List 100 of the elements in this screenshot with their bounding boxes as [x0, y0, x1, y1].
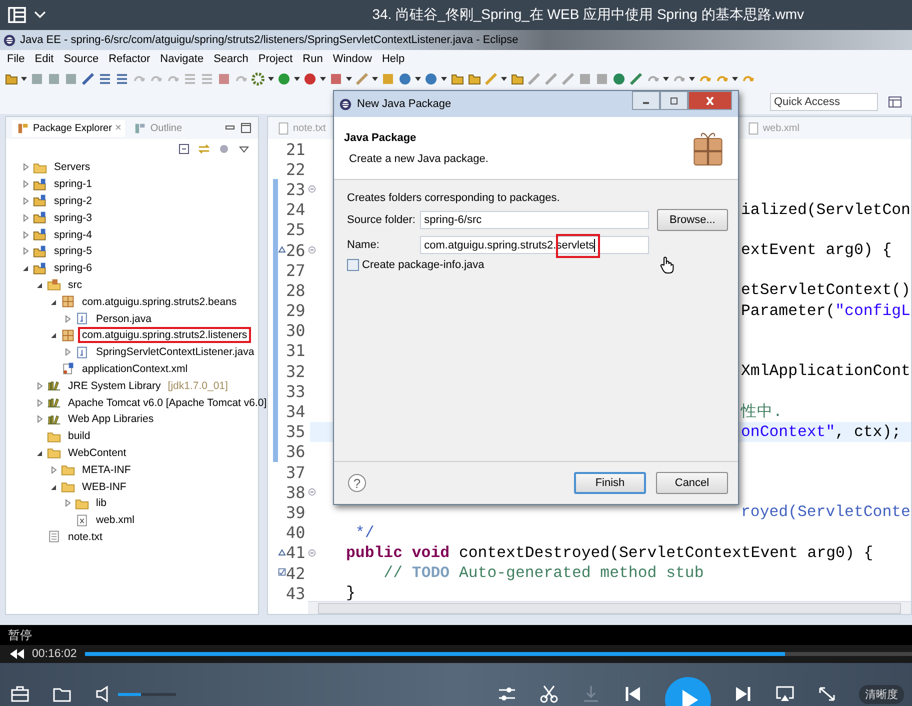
briefcase-icon[interactable]: [10, 685, 30, 703]
collapsed-arrow-icon[interactable]: [36, 382, 44, 390]
caret-icon[interactable]: [732, 77, 738, 81]
rewind-icon[interactable]: [10, 649, 24, 659]
tree-item[interactable]: META-INF: [78, 462, 135, 478]
tree-item[interactable]: spring-5: [50, 243, 96, 260]
perspective-icon[interactable]: [888, 95, 902, 109]
folder-icon[interactable]: [510, 72, 524, 86]
dialog-button[interactable]: Finish: [574, 472, 646, 494]
expanded-arrow-icon[interactable]: [50, 331, 58, 340]
caret-icon[interactable]: [663, 77, 669, 81]
collapsed-arrow-icon[interactable]: [50, 466, 58, 474]
folder-icon[interactable]: [450, 72, 464, 86]
close-button[interactable]: [688, 91, 732, 110]
collapsed-arrow-icon[interactable]: [22, 163, 30, 172]
checkbox-label[interactable]: Create package-info.java: [362, 259, 484, 271]
caret-icon[interactable]: [372, 77, 378, 81]
menu-item[interactable]: Source: [64, 53, 99, 65]
menu-item[interactable]: Navigate: [160, 53, 204, 65]
chevron-down-icon[interactable]: [34, 11, 46, 19]
folder-icon[interactable]: [467, 72, 481, 86]
collapsed-arrow-icon[interactable]: [22, 247, 30, 256]
expanded-arrow-icon[interactable]: [50, 298, 58, 306]
horizontal-scrollbar[interactable]: [308, 601, 911, 614]
source-folder-field[interactable]: spring-6/src: [420, 211, 649, 229]
menu-item[interactable]: File: [7, 53, 25, 65]
tree-item[interactable]: spring-4: [50, 226, 96, 243]
tree-item[interactable]: spring-6: [50, 260, 96, 276]
fold-minus-icon[interactable]: [308, 548, 316, 557]
list-icon[interactable]: [115, 72, 129, 86]
tree-item[interactable]: note.txt: [64, 528, 106, 545]
tree-item[interactable]: com.atguigu.spring.struts2.beans: [78, 294, 241, 310]
tree-item[interactable]: Person.java: [92, 310, 156, 327]
collapsed-arrow-icon[interactable]: [22, 196, 30, 205]
caret-icon[interactable]: [268, 77, 274, 81]
help-icon[interactable]: ?: [348, 474, 366, 492]
fold-minus-icon[interactable]: [308, 185, 316, 194]
collapsed-arrow-icon[interactable]: [64, 348, 72, 356]
tree-item[interactable]: spring-1: [50, 176, 96, 192]
collapsed-arrow-icon[interactable]: [36, 415, 44, 424]
minimize-button[interactable]: [632, 91, 660, 110]
collapsed-arrow-icon[interactable]: [64, 314, 72, 323]
tree-item[interactable]: spring-2: [50, 192, 96, 209]
collapse-all-icon[interactable]: [178, 143, 190, 155]
caret-icon[interactable]: [294, 77, 300, 81]
menu-item[interactable]: Window: [332, 53, 372, 65]
scrollbar-thumb[interactable]: [318, 602, 901, 614]
next-icon[interactable]: [733, 685, 753, 703]
tree-item[interactable]: lib: [92, 495, 111, 512]
quick-access-field[interactable]: Quick Access: [770, 93, 878, 111]
tree-item[interactable]: Apache Tomcat v6.0 [Apache Tomcat v6.0]: [64, 394, 271, 411]
close-icon[interactable]: ×: [114, 122, 122, 134]
menu-item[interactable]: Edit: [34, 53, 54, 65]
menu-item[interactable]: Search: [214, 53, 248, 65]
browse-button[interactable]: Browse...: [656, 209, 728, 231]
menu-item[interactable]: Help: [382, 53, 405, 65]
menu-item[interactable]: Project: [258, 53, 293, 65]
tree-item[interactable]: com.atguigu.spring.struts2.listeners: [78, 327, 252, 344]
volume-slider[interactable]: [118, 693, 176, 696]
caret-icon[interactable]: [501, 77, 507, 81]
progress-bar[interactable]: [84, 652, 912, 656]
expanded-arrow-icon[interactable]: [36, 448, 44, 457]
scissors-icon[interactable]: [539, 685, 559, 703]
collapsed-arrow-icon[interactable]: [22, 230, 30, 239]
expanded-arrow-icon[interactable]: [22, 264, 30, 272]
tree-item[interactable]: spring-3: [50, 210, 96, 226]
caret-icon[interactable]: [415, 77, 421, 81]
menu-item[interactable]: Run: [302, 53, 323, 65]
tree-item[interactable]: build: [64, 428, 94, 444]
list-icon[interactable]: [98, 72, 112, 86]
maximize-button[interactable]: [660, 91, 688, 110]
fold-minus-icon[interactable]: [308, 246, 316, 254]
caret-icon[interactable]: [21, 77, 27, 81]
caret-icon[interactable]: [320, 77, 326, 81]
tree-item[interactable]: WEB-INF: [78, 478, 130, 495]
tree-item[interactable]: src: [64, 276, 86, 293]
collapsed-arrow-icon[interactable]: [36, 398, 44, 407]
fullscreen-icon[interactable]: [817, 685, 837, 703]
tree-item[interactable]: Web App Libraries: [64, 411, 158, 428]
caret-icon[interactable]: [346, 77, 352, 81]
tree-item[interactable]: WebContent: [64, 444, 130, 461]
expanded-arrow-icon[interactable]: [36, 280, 44, 289]
tree-item[interactable]: web.xml: [92, 512, 139, 528]
sliders-icon[interactable]: [497, 685, 517, 703]
menu-item[interactable]: Refactor: [108, 53, 150, 65]
fold-minus-icon[interactable]: [308, 488, 316, 496]
view-tab[interactable]: Package Explorer ×: [12, 120, 126, 136]
tree-item[interactable]: applicationContext.xml: [78, 360, 192, 377]
menu-icon[interactable]: [8, 7, 26, 23]
link-arrows-icon[interactable]: [198, 143, 210, 155]
collapsed-arrow-icon[interactable]: [64, 499, 72, 508]
quality-button[interactable]: 清晰度: [859, 685, 904, 704]
caret-icon[interactable]: [689, 77, 695, 81]
collapsed-arrow-icon[interactable]: [22, 180, 30, 188]
tree-item[interactable]: JRE System Library: [64, 378, 165, 394]
previous-icon[interactable]: [623, 685, 643, 703]
expanded-arrow-icon[interactable]: [50, 482, 58, 491]
caret-icon[interactable]: [441, 77, 447, 81]
maximize-icon[interactable]: [240, 122, 252, 134]
collapsed-arrow-icon[interactable]: [22, 214, 30, 222]
